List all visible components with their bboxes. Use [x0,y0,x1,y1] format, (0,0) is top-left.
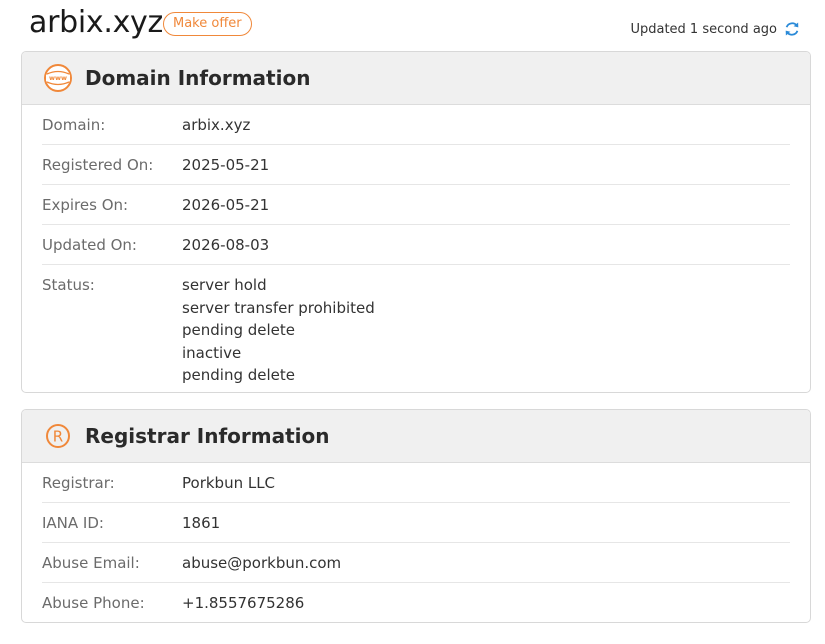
table-row: Abuse Phone: +1.8557675286 [42,583,790,622]
row-value: 1861 [182,514,221,532]
status-list: server hold server transfer prohibited p… [182,274,375,387]
svg-text:R: R [53,428,63,446]
row-value: 2026-05-21 [182,196,270,214]
registrar-information-title: Registrar Information [85,424,330,448]
registered-icon: R [46,424,70,448]
updated-text: Updated 1 second ago [630,21,777,37]
table-row: Status: server hold server transfer proh… [42,265,790,392]
table-row: Registrar: Porkbun LLC [42,463,790,503]
status-item: pending delete [182,366,295,384]
table-row: IANA ID: 1861 [42,503,790,543]
row-label: Updated On: [42,236,137,254]
row-value: 2025-05-21 [182,156,270,174]
table-row: Expires On: 2026-05-21 [42,185,790,225]
registrar-information-rows: Registrar: Porkbun LLC IANA ID: 1861 Abu… [22,463,810,622]
refresh-icon[interactable] [783,20,801,38]
domain-title: arbix.xyz [29,5,163,40]
status-item: server hold [182,276,267,294]
domain-information-rows: Domain: arbix.xyz Registered On: 2025-05… [22,105,810,392]
row-value: arbix.xyz [182,116,251,134]
status-item: server transfer prohibited [182,298,375,317]
row-value: +1.8557675286 [182,594,305,612]
row-label: Domain: [42,116,106,134]
row-label: Registered On: [42,156,154,174]
domain-information-header: www Domain Information [22,52,810,105]
status-item: inactive [182,343,242,362]
row-label: Expires On: [42,196,129,214]
row-value: Porkbun LLC [182,474,276,492]
domain-information-card: www Domain Information Domain: arbix.xyz… [21,51,811,393]
registrar-information-header: R Registrar Information [22,410,810,463]
table-row: Registered On: 2025-05-21 [42,145,790,185]
domain-information-title: Domain Information [85,66,311,90]
updated-status: Updated 1 second ago [630,20,801,38]
registrar-information-card: R Registrar Information Registrar: Porkb… [21,409,811,623]
row-value: 2026-08-03 [182,236,270,254]
row-label: IANA ID: [42,514,104,532]
row-label: Registrar: [42,474,115,492]
row-label: Status: [42,276,95,294]
row-value: abuse@porkbun.com [182,554,342,572]
svg-text:www: www [49,74,67,82]
table-row: Updated On: 2026-08-03 [42,225,790,265]
row-label: Abuse Phone: [42,594,145,612]
top-bar: arbix.xyz Make offer Updated 1 second ag… [0,0,825,50]
www-icon: www [44,64,72,92]
table-row: Domain: arbix.xyz [42,105,790,145]
row-label: Abuse Email: [42,554,140,572]
status-item: pending delete [182,321,295,339]
table-row: Abuse Email: abuse@porkbun.com [42,543,790,583]
make-offer-button[interactable]: Make offer [163,12,252,36]
